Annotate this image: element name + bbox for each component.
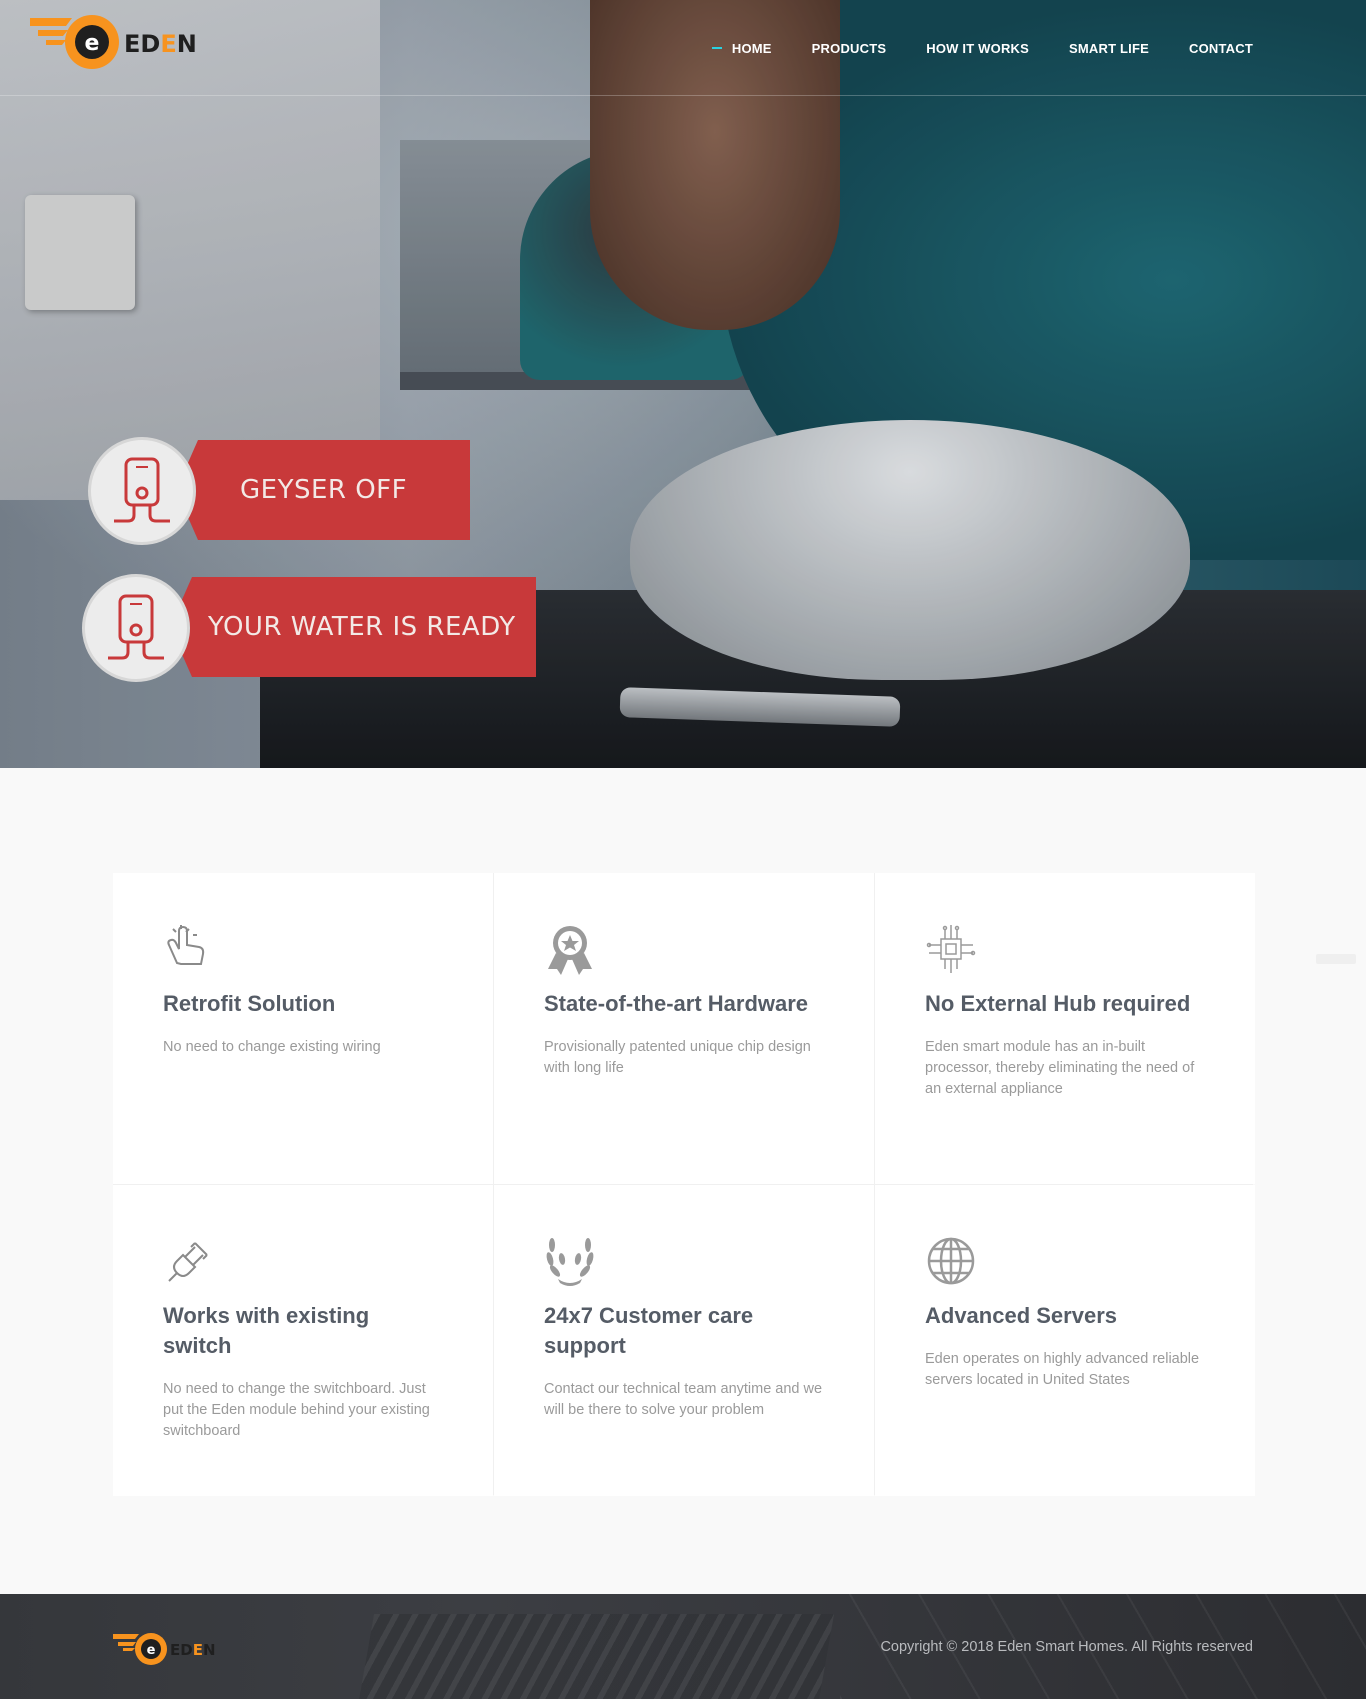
main-menu: HOME PRODUCTS HOW IT WORKS SMART LIFE CO… <box>692 41 1253 57</box>
feature-card: No External Hub required Eden smart modu… <box>875 873 1255 1184</box>
nav-smart-life[interactable]: SMART LIFE <box>1069 41 1149 57</box>
feature-title: 24x7 Customer care support <box>544 1303 754 1358</box>
feature-card: 24x7 Customer care support Contact our t… <box>494 1185 874 1496</box>
svg-text:e: e <box>85 31 100 56</box>
feature-desc: Contact our technical team anytime and w… <box>544 1381 823 1418</box>
feature-desc: Provisionally patented unique chip desig… <box>544 1039 811 1076</box>
feature-title: State-of-the-art Hardware <box>544 991 809 1016</box>
feature-card: Advanced Servers Eden operates on highly… <box>875 1185 1255 1496</box>
notification-text: YOUR WATER IS READY <box>170 577 536 677</box>
notification-water-ready: YOUR WATER IS READY <box>82 574 536 682</box>
feature-card: Works with existing switch No need to ch… <box>113 1185 493 1496</box>
feature-card: Retrofit Solution No need to change exis… <box>113 873 493 1184</box>
plug-icon <box>163 1235 215 1287</box>
svg-text:EDEN: EDEN <box>124 30 197 58</box>
feature-desc: Eden operates on highly advanced reliabl… <box>925 1351 1200 1388</box>
side-decoration <box>1316 954 1356 964</box>
notification-text: GEYSER OFF <box>176 440 470 540</box>
footer: e EDEN Copyright © 2018 Eden Smart Homes… <box>0 1594 1366 1699</box>
copyright-text: Copyright © 2018 Eden Smart Homes. All R… <box>880 1639 1253 1655</box>
top-navbar: e EDEN HOME PRODUCTS HOW IT WORKS SMART … <box>0 0 1366 96</box>
feature-title: Advanced Servers <box>925 1303 1117 1328</box>
globe-icon <box>925 1235 977 1287</box>
feature-desc: No need to change existing wiring <box>163 1039 381 1055</box>
nav-home[interactable]: HOME <box>711 41 772 57</box>
feature-desc: Eden smart module has an in-built proces… <box>925 1039 1195 1097</box>
laurel-wreath-icon <box>544 1235 596 1287</box>
svg-text:EDEN: EDEN <box>170 1641 216 1659</box>
nav-contact[interactable]: CONTACT <box>1189 41 1253 57</box>
footer-eden-logo[interactable]: e EDEN <box>113 1632 223 1668</box>
hero-banner: GEYSER OFF YOUR WATER IS READY e EDEN HO… <box>0 0 1366 768</box>
chip-icon <box>925 923 977 975</box>
water-heater-icon <box>82 574 190 682</box>
feature-desc: No need to change the switchboard. Just … <box>163 1381 430 1439</box>
nav-how-it-works[interactable]: HOW IT WORKS <box>926 41 1029 57</box>
feature-title: No External Hub required <box>925 991 1191 1016</box>
svg-text:e: e <box>147 1643 156 1658</box>
feature-card: State-of-the-art Hardware Provisionally … <box>494 873 874 1184</box>
water-heater-icon <box>88 437 196 545</box>
features-grid: Retrofit Solution No need to change exis… <box>113 873 1255 1496</box>
feature-title: Works with existing switch <box>163 1303 370 1358</box>
feature-title: Retrofit Solution <box>163 991 336 1016</box>
notification-geyser-off: GEYSER OFF <box>88 437 470 545</box>
nav-products[interactable]: PRODUCTS <box>812 41 887 57</box>
award-ribbon-icon <box>544 923 596 975</box>
eden-logo[interactable]: e EDEN <box>30 14 205 72</box>
footer-building-bg <box>345 1614 835 1699</box>
tap-hand-icon <box>163 923 215 975</box>
